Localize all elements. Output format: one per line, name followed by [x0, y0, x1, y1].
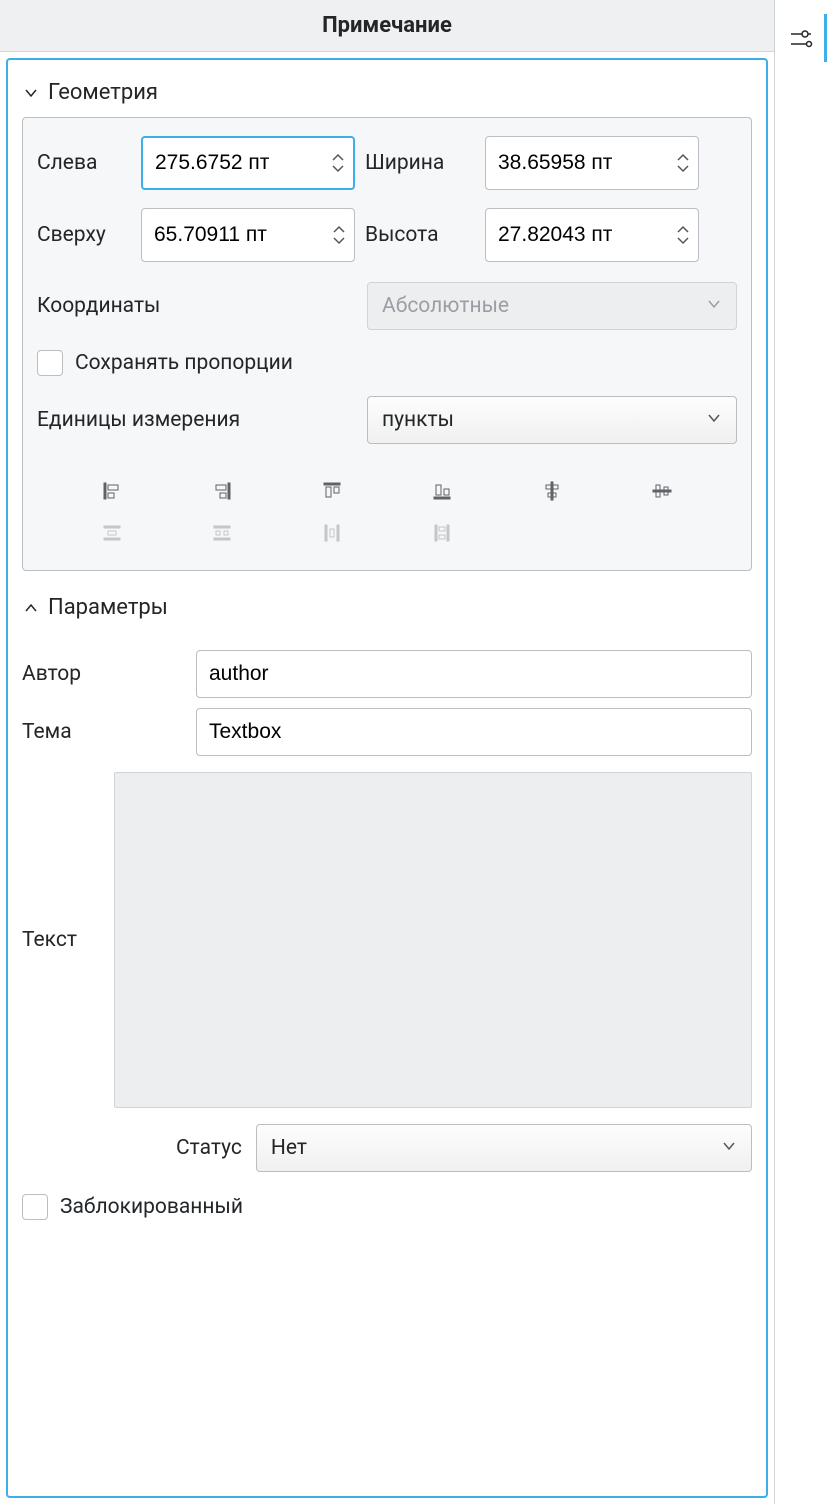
- left-input[interactable]: [155, 151, 325, 175]
- status-value: Нет: [271, 1136, 307, 1160]
- author-input[interactable]: [196, 650, 752, 698]
- parameters-section-label: Параметры: [48, 595, 168, 620]
- keep-ratio-checkbox[interactable]: [37, 350, 63, 376]
- chevron-down-icon: [706, 294, 722, 318]
- align-top-button[interactable]: [277, 470, 387, 512]
- spin-buttons-icon[interactable]: [326, 224, 346, 246]
- geometry-section-label: Геометрия: [48, 80, 158, 105]
- status-label: Статус: [176, 1136, 242, 1160]
- panel-body: Геометрия Слева Ширина: [6, 58, 768, 1498]
- alignment-toolbar: [37, 470, 737, 554]
- top-input[interactable]: [154, 223, 326, 247]
- panel-header: Примечание: [0, 0, 774, 52]
- sliders-icon: [787, 24, 815, 52]
- left-label: Слева: [37, 151, 131, 175]
- text-label: Текст: [22, 928, 100, 952]
- top-spinbox[interactable]: [141, 208, 355, 262]
- coords-label: Координаты: [37, 294, 357, 318]
- width-label: Ширина: [365, 151, 475, 175]
- align-bottom-button[interactable]: [387, 470, 497, 512]
- units-value: пункты: [382, 408, 454, 432]
- units-label: Единицы измерения: [37, 408, 357, 432]
- spin-buttons-icon[interactable]: [325, 152, 345, 174]
- height-input[interactable]: [498, 223, 670, 247]
- distribute-2-button: [167, 512, 277, 554]
- align-center-h-button[interactable]: [497, 470, 607, 512]
- align-left-button[interactable]: [57, 470, 167, 512]
- keep-ratio-label: Сохранять пропорции: [75, 351, 293, 375]
- top-label: Сверху: [37, 223, 131, 247]
- author-label: Автор: [22, 662, 182, 686]
- side-rail: [774, 0, 830, 1504]
- align-right-button[interactable]: [167, 470, 277, 512]
- align-center-v-button[interactable]: [607, 470, 717, 512]
- geometry-section-toggle[interactable]: Геометрия: [22, 74, 752, 117]
- status-select[interactable]: Нет: [256, 1124, 752, 1172]
- chevron-up-icon: [22, 599, 40, 617]
- width-input[interactable]: [498, 151, 670, 175]
- parameters-section-toggle[interactable]: Параметры: [22, 589, 752, 632]
- subject-label: Тема: [22, 720, 182, 744]
- spin-buttons-icon[interactable]: [670, 224, 690, 246]
- chevron-down-icon: [22, 84, 40, 102]
- text-textarea[interactable]: [114, 772, 752, 1108]
- distribute-4-button: [387, 512, 497, 554]
- geometry-box: Слева Ширина Св: [22, 117, 752, 571]
- height-spinbox[interactable]: [485, 208, 699, 262]
- chevron-down-icon: [721, 1136, 737, 1160]
- coords-select: Абсолютные: [367, 282, 737, 330]
- spin-buttons-icon[interactable]: [670, 152, 690, 174]
- locked-label: Заблокированный: [60, 1195, 243, 1219]
- panel-title: Примечание: [322, 13, 452, 38]
- distribute-3-button: [277, 512, 387, 554]
- units-select[interactable]: пункты: [367, 396, 737, 444]
- height-label: Высота: [365, 223, 475, 247]
- distribute-1-button: [57, 512, 167, 554]
- chevron-down-icon: [706, 408, 722, 432]
- left-spinbox[interactable]: [141, 136, 355, 190]
- width-spinbox[interactable]: [485, 136, 699, 190]
- subject-input[interactable]: [196, 708, 752, 756]
- coords-value: Абсолютные: [382, 294, 509, 318]
- locked-checkbox[interactable]: [22, 1194, 48, 1220]
- settings-rail-button[interactable]: [779, 14, 827, 62]
